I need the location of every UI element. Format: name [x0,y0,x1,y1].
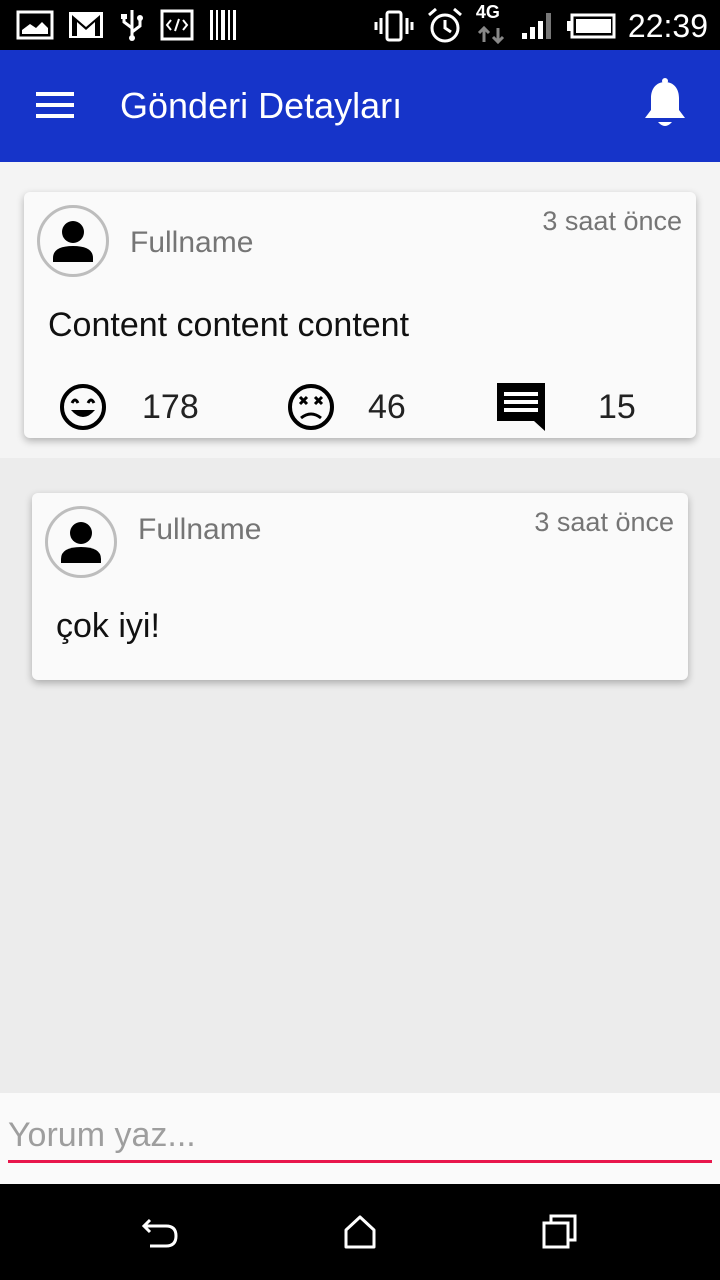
comment-content: çok iyi! [56,607,160,645]
avatar[interactable] [45,506,117,578]
post-section: Fullname 3 saat önce Content content con… [0,162,720,458]
back-button[interactable] [140,1212,180,1252]
notifications-button[interactable] [642,78,694,134]
app-bar: Gönderi Detayları [0,50,720,162]
home-button[interactable] [340,1212,380,1252]
bell-icon [645,78,685,126]
gallery-icon [16,10,54,40]
comment-icon [497,383,545,431]
post-author-name[interactable]: Fullname [130,226,253,260]
developer-icon [160,9,194,41]
dislike-reaction-button[interactable]: 46 [286,382,406,432]
comment-input[interactable] [8,1111,712,1163]
data-transfer-icon [477,26,504,44]
dead-face-icon [288,384,334,430]
menu-icon [36,92,74,118]
avatar[interactable] [37,205,109,277]
clock-time: 22:39 [627,8,708,44]
gmail-icon [69,12,103,38]
person-icon [53,221,93,262]
comment-count: 15 [598,387,636,426]
comments-button[interactable]: 15 [494,382,636,432]
happy-face-icon [60,384,106,430]
battery-icon [566,13,616,39]
network-indicator: 4G [476,2,508,46]
alarm-icon [427,7,462,43]
comment-card: Fullname 3 saat önce çok iyi! [32,493,688,680]
home-icon [344,1215,376,1249]
back-icon [141,1218,178,1248]
comment-author-name[interactable]: Fullname [138,513,261,547]
post-card: Fullname 3 saat önce Content content con… [24,192,696,438]
page-title: Gönderi Detayları [120,85,403,126]
recents-icon [542,1214,577,1249]
system-nav-bar [0,1184,720,1280]
vibrate-icon [374,10,414,42]
status-bar: 4G 22:39 [0,0,720,50]
comment-input-bar [0,1093,720,1184]
post-content: Content content content [48,306,410,344]
signal-icon [521,13,551,39]
recents-button[interactable] [540,1212,580,1252]
person-icon [61,522,101,563]
comment-timestamp: 3 saat önce [534,507,674,537]
like-count: 178 [142,387,199,426]
post-timestamp: 3 saat önce [542,206,682,236]
network-type-label: 4G [475,2,500,22]
like-reaction-button[interactable]: 178 [58,382,199,432]
dislike-count: 46 [368,387,406,426]
usb-icon [121,10,143,41]
barcode-icon [210,10,236,40]
menu-button[interactable] [28,84,84,128]
